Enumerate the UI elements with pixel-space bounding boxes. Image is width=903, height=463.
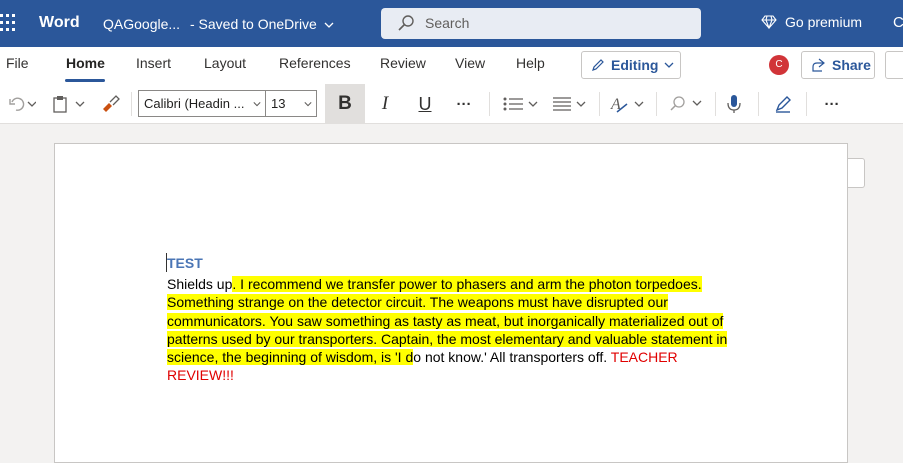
- search-icon: [670, 96, 702, 111]
- tab-references[interactable]: References: [279, 55, 351, 71]
- active-tab-indicator: [65, 79, 105, 82]
- app-name[interactable]: Word: [39, 14, 80, 32]
- share-label: Share: [832, 57, 871, 73]
- truncated-label: C: [893, 14, 903, 31]
- editor-button[interactable]: [770, 91, 796, 117]
- format-painter-icon: [103, 95, 120, 112]
- go-premium-label: Go premium: [785, 14, 863, 30]
- tab-view[interactable]: View: [455, 55, 485, 71]
- save-status-label: - Saved to OneDrive: [190, 16, 317, 32]
- font-name-value: Calibri (Headin ...: [144, 96, 245, 111]
- pencil-icon: [592, 59, 604, 71]
- chevron-down-icon: [253, 102, 261, 107]
- tab-layout[interactable]: Layout: [204, 55, 246, 71]
- font-size-dropdown[interactable]: 13: [265, 90, 317, 117]
- italic-button[interactable]: I: [372, 91, 398, 117]
- share-button[interactable]: Share: [801, 51, 875, 79]
- paste-button[interactable]: [50, 91, 88, 117]
- document-heading[interactable]: TEST: [167, 255, 203, 271]
- alignment-button[interactable]: [550, 91, 590, 117]
- paragraph-plain-start: Shields up: [167, 276, 233, 292]
- search-icon: [398, 15, 414, 31]
- chevron-down-icon: [664, 62, 674, 68]
- bullet-list-icon: [503, 97, 538, 111]
- editor-pen-icon: [775, 96, 791, 113]
- tab-file[interactable]: File: [6, 55, 29, 71]
- bullets-button[interactable]: [500, 91, 542, 117]
- underline-button[interactable]: U: [412, 91, 438, 117]
- page-side-tab[interactable]: [848, 158, 865, 188]
- paragraph-plain-end: o not know.' All transporters off.: [413, 349, 611, 366]
- font-name-dropdown[interactable]: Calibri (Headin ...: [138, 90, 266, 117]
- bold-button[interactable]: B: [325, 84, 365, 124]
- document-name[interactable]: QAGoogle...: [103, 16, 180, 32]
- find-button[interactable]: [666, 91, 706, 117]
- app-launcher-icon[interactable]: [0, 14, 16, 32]
- editing-label: Editing: [611, 57, 659, 73]
- go-premium-button[interactable]: Go premium: [761, 14, 862, 30]
- ribbon-tabs: File Home Insert Layout References Revie…: [0, 47, 903, 84]
- tab-help[interactable]: Help: [516, 55, 545, 71]
- search-box[interactable]: Search: [381, 8, 701, 39]
- undo-button[interactable]: [3, 91, 41, 117]
- microphone-icon: [727, 95, 741, 113]
- save-status[interactable]: - Saved to OneDrive: [190, 16, 334, 32]
- font-size-value: 13: [271, 96, 286, 111]
- ribbon-toolbar: Calibri (Headin ... 13 B I U ··· A ···: [0, 84, 903, 124]
- tab-review[interactable]: Review: [380, 55, 426, 71]
- search-placeholder: Search: [425, 15, 470, 31]
- align-left-icon: [553, 97, 586, 111]
- tab-insert[interactable]: Insert: [136, 55, 171, 71]
- format-painter-button[interactable]: [98, 91, 122, 117]
- more-font-options-button[interactable]: ···: [450, 91, 478, 117]
- styles-button[interactable]: A: [608, 91, 648, 117]
- diamond-icon: [761, 15, 777, 29]
- undo-icon: [9, 97, 36, 111]
- chevron-down-icon: [324, 22, 334, 28]
- styles-icon: A: [610, 96, 644, 113]
- share-icon: [812, 58, 825, 72]
- avatar[interactable]: C: [769, 55, 789, 75]
- document-paragraph[interactable]: Shields up. I recommend we transfer powe…: [167, 275, 742, 385]
- tab-home[interactable]: Home: [66, 55, 105, 71]
- title-bar: Word QAGoogle... - Saved to OneDrive Sea…: [0, 0, 903, 47]
- dictate-button[interactable]: [722, 91, 746, 117]
- more-options-button[interactable]: ···: [818, 91, 846, 117]
- clipboard-icon: [53, 96, 85, 113]
- comments-button[interactable]: [885, 51, 903, 79]
- chevron-down-icon: [304, 102, 312, 107]
- editing-mode-button[interactable]: Editing: [581, 51, 681, 79]
